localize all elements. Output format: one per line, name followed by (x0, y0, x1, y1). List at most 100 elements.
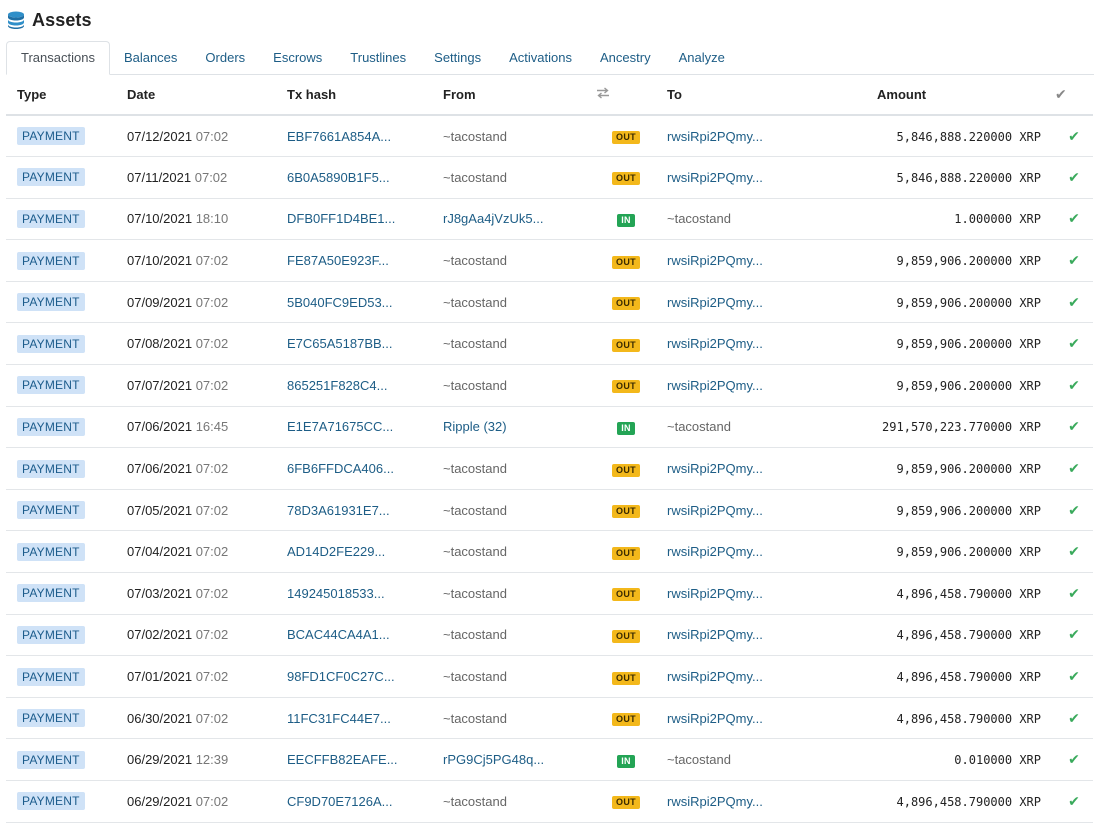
from-address[interactable]: rJ8gAa4jVzUk5... (443, 211, 543, 226)
to-address[interactable]: rwsiRpi2PQmy... (667, 253, 763, 268)
amount-value: 9,859,906.200000 XRP (896, 545, 1042, 560)
to-address[interactable]: rwsiRpi2PQmy... (667, 669, 763, 684)
tab-settings[interactable]: Settings (420, 42, 495, 74)
table-row[interactable]: PAYMENT 06/29/2021 12:39 EECFFB82EAFE... rP… (6, 738, 1093, 781)
column-header-to[interactable]: To (656, 75, 866, 116)
column-header-tx-hash[interactable]: Tx hash (276, 75, 432, 116)
amount-cell: 5,846,888.220000 XRP (866, 156, 1055, 199)
to-cell: ~tacostand (656, 406, 866, 449)
check-icon: ✔ (1068, 127, 1080, 144)
tx-hash-link[interactable]: 5B040FC9ED53... (287, 295, 393, 310)
table-row[interactable]: PAYMENT 07/10/2021 18:10 DFB0FF1D4BE1... rJ… (6, 198, 1093, 241)
tx-hash-link[interactable]: E1E7A71675CC... (287, 419, 393, 434)
tx-hash-link[interactable]: 865251F828C4... (287, 378, 387, 393)
table-row[interactable]: PAYMENT 07/03/2021 07:02 149245018533... ~t… (6, 572, 1093, 615)
check-icon: ✔ (1068, 501, 1080, 518)
time-value: 16:45 (195, 419, 229, 435)
table-row[interactable]: PAYMENT 07/05/2021 07:02 78D3A61931E7... ~t… (6, 489, 1093, 532)
tx-hash-link[interactable]: CF9D70E7126A... (287, 794, 393, 809)
direction-cell: OUT (596, 322, 656, 366)
tx-hash-link[interactable]: 78D3A61931E7... (287, 503, 390, 518)
table-row[interactable]: PAYMENT 07/10/2021 07:02 FE87A50E923F... ~t… (6, 239, 1093, 282)
tab-analyze[interactable]: Analyze (665, 42, 739, 74)
type-cell: PAYMENT (6, 406, 116, 449)
date-value: 07/04/2021 (127, 544, 193, 560)
column-header-status[interactable]: ✔ (1055, 75, 1093, 116)
column-header-type[interactable]: Type (6, 75, 116, 116)
table-row[interactable]: PAYMENT 07/06/2021 16:45 E1E7A71675CC... Ri… (6, 406, 1093, 449)
type-cell: PAYMENT (6, 572, 116, 615)
tx-hash-link[interactable]: EBF7661A854A... (287, 129, 391, 144)
status-cell: ✔ (1055, 406, 1093, 449)
type-cell: PAYMENT (6, 281, 116, 324)
tx-hash-link[interactable]: 6FB6FFDCA406... (287, 461, 394, 476)
from-address: ~tacostand (443, 253, 507, 269)
status-cell: ✔ (1055, 364, 1093, 407)
type-badge: PAYMENT (17, 417, 85, 436)
date-cell: 07/07/2021 07:02 (116, 364, 276, 407)
tx-hash-link[interactable]: 98FD1CF0C27C... (287, 669, 395, 684)
time-value: 07:02 (195, 377, 229, 393)
table-row[interactable]: PAYMENT 06/29/2021 07:02 CF9D70E7126A... ~t… (6, 780, 1093, 823)
to-address[interactable]: rwsiRpi2PQmy... (667, 336, 763, 351)
status-cell: ✔ (1055, 530, 1093, 574)
date-value: 07/11/2021 (127, 169, 192, 185)
table-row[interactable]: PAYMENT 07/09/2021 07:02 5B040FC9ED53... ~t… (6, 281, 1093, 324)
tx-hash-link[interactable]: EECFFB82EAFE... (287, 752, 398, 767)
type-badge: PAYMENT (17, 750, 85, 769)
to-address[interactable]: rwsiRpi2PQmy... (667, 378, 763, 393)
tx-hash-link[interactable]: 6B0A5890B1F5... (287, 170, 390, 185)
from-address[interactable]: rPG9Cj5PG48q... (443, 752, 544, 767)
tab-activations[interactable]: Activations (495, 42, 586, 74)
to-address[interactable]: rwsiRpi2PQmy... (667, 627, 763, 642)
tab-escrows[interactable]: Escrows (259, 42, 336, 74)
tx-hash-link[interactable]: DFB0FF1D4BE1... (287, 211, 395, 226)
tab-trustlines[interactable]: Trustlines (336, 42, 420, 74)
tx-hash-link[interactable]: FE87A50E923F... (287, 253, 389, 268)
from-cell: ~tacostand (432, 489, 596, 532)
tab-transactions[interactable]: Transactions (6, 41, 110, 75)
tx-hash-link[interactable]: BCAC44CA4A1... (287, 627, 390, 642)
type-badge: PAYMENT (17, 459, 85, 478)
to-cell: rwsiRpi2PQmy... (656, 322, 866, 366)
tx-hash-link[interactable]: 11FC31FC44E7... (287, 711, 391, 726)
column-header-from[interactable]: From (432, 75, 596, 116)
date-cell: 07/06/2021 16:45 (116, 406, 276, 449)
tab-orders[interactable]: Orders (191, 42, 259, 74)
to-address[interactable]: rwsiRpi2PQmy... (667, 170, 763, 185)
to-address[interactable]: rwsiRpi2PQmy... (667, 461, 763, 476)
tx-hash-link[interactable]: 149245018533... (287, 586, 385, 601)
from-address: ~tacostand (443, 669, 507, 685)
table-row[interactable]: PAYMENT 07/08/2021 07:02 E7C65A5187BB... ~t… (6, 322, 1093, 366)
to-address[interactable]: rwsiRpi2PQmy... (667, 503, 763, 518)
table-row[interactable]: PAYMENT 06/30/2021 07:02 11FC31FC44E7... ~t… (6, 697, 1093, 740)
to-address[interactable]: rwsiRpi2PQmy... (667, 586, 763, 601)
table-row[interactable]: PAYMENT 07/04/2021 07:02 AD14D2FE229... ~ta… (6, 530, 1093, 574)
from-cell: ~tacostand (432, 447, 596, 490)
table-row[interactable]: PAYMENT 07/07/2021 07:02 865251F828C4... ~t… (6, 364, 1093, 407)
from-address: ~tacostand (443, 627, 507, 643)
tx-hash-link[interactable]: AD14D2FE229... (287, 544, 385, 559)
tab-ancestry[interactable]: Ancestry (586, 42, 665, 74)
table-row[interactable]: PAYMENT 07/06/2021 07:02 6FB6FFDCA406... ~t… (6, 447, 1093, 490)
tab-balances[interactable]: Balances (110, 42, 191, 74)
to-address[interactable]: rwsiRpi2PQmy... (667, 544, 763, 559)
table-row[interactable]: PAYMENT 07/02/2021 07:02 BCAC44CA4A1... ~ta… (6, 614, 1093, 657)
coins-stack-icon (8, 11, 24, 29)
tx-hash-link[interactable]: E7C65A5187BB... (287, 336, 393, 351)
from-address[interactable]: Ripple (32) (443, 419, 507, 434)
hash-cell: 149245018533... (276, 572, 432, 615)
column-header-date[interactable]: Date (116, 75, 276, 116)
column-header-amount[interactable]: Amount (866, 75, 1055, 116)
table-row[interactable]: PAYMENT 07/12/2021 07:02 EBF7661A854A... ~t… (6, 115, 1093, 158)
table-row[interactable]: PAYMENT 07/01/2021 07:02 98FD1CF0C27C... ~t… (6, 655, 1093, 698)
to-address[interactable]: rwsiRpi2PQmy... (667, 794, 763, 809)
date-cell: 07/04/2021 07:02 (116, 530, 276, 574)
to-address[interactable]: rwsiRpi2PQmy... (667, 295, 763, 310)
to-address[interactable]: rwsiRpi2PQmy... (667, 711, 763, 726)
table-row[interactable]: PAYMENT 07/11/2021 07:02 6B0A5890B1F5... ~t… (6, 156, 1093, 199)
column-header-direction[interactable] (596, 75, 656, 116)
to-address[interactable]: rwsiRpi2PQmy... (667, 129, 763, 144)
from-cell: ~tacostand (432, 572, 596, 615)
check-icon: ✔ (1068, 792, 1080, 809)
